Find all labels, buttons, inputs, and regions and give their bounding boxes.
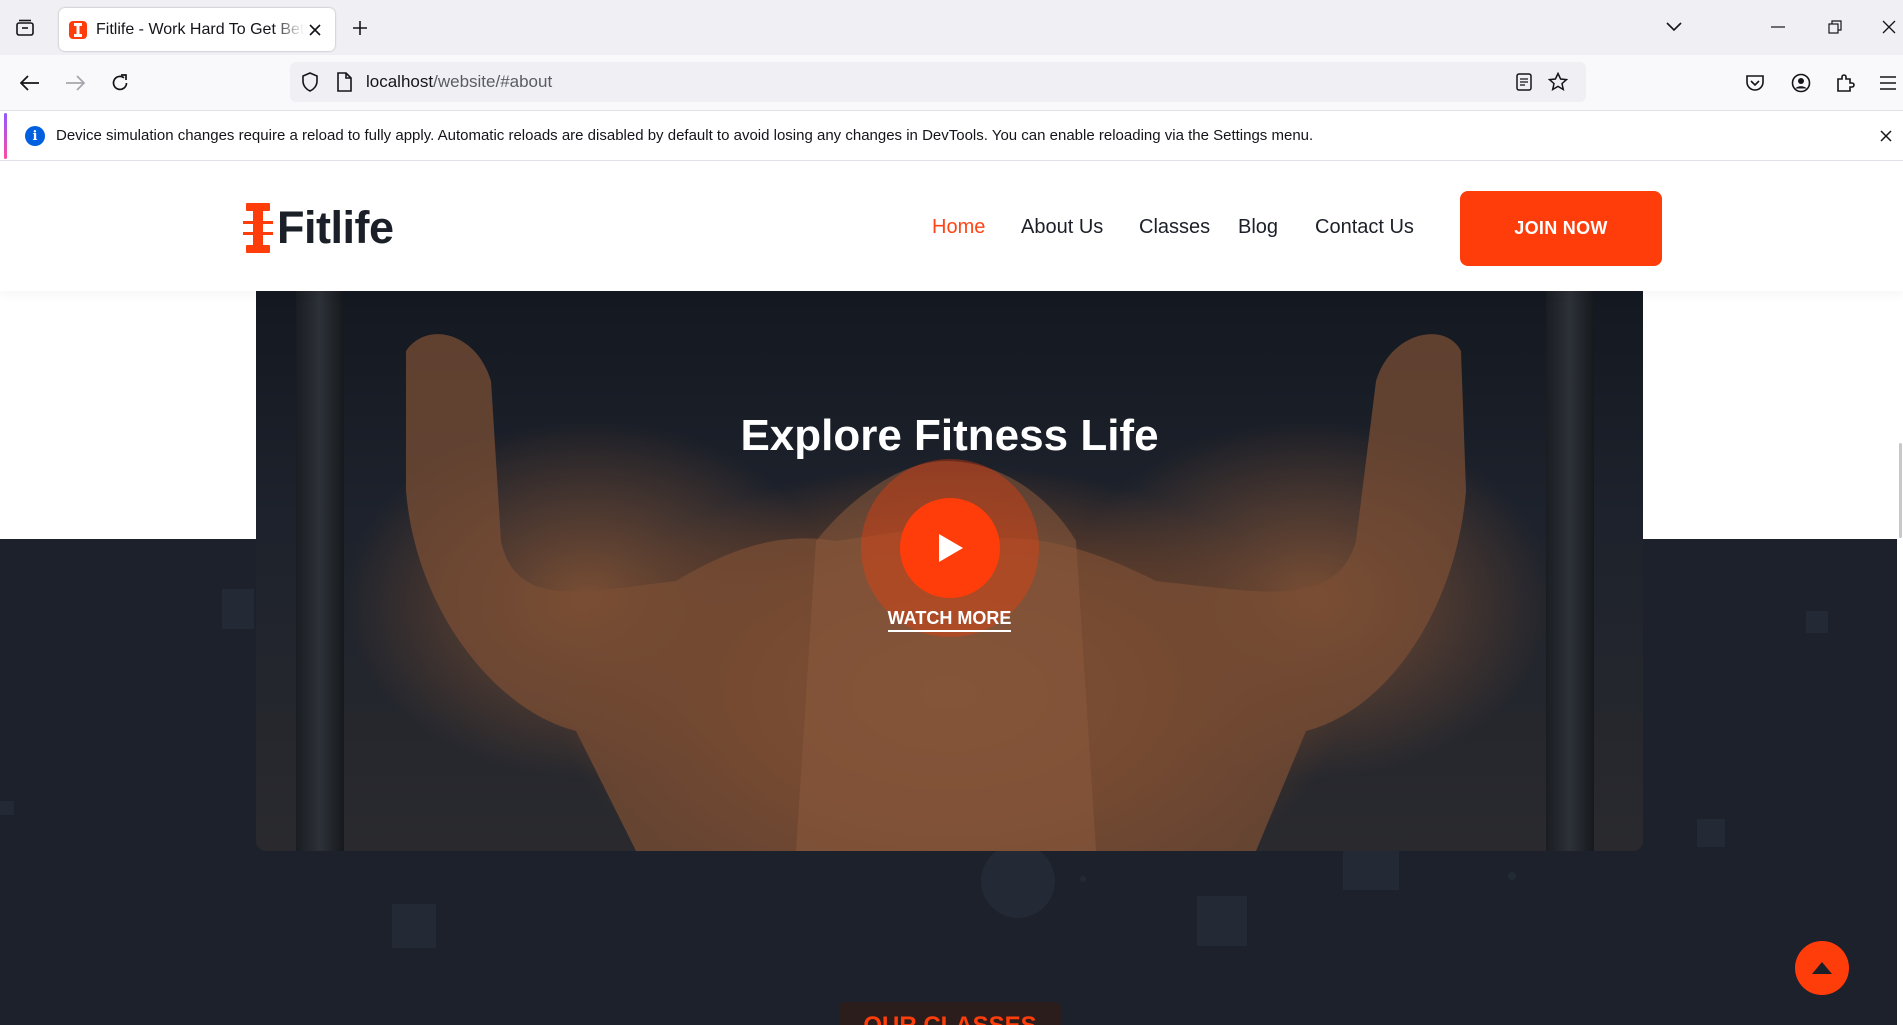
logo-text: Fitlife bbox=[277, 202, 394, 253]
watch-more-link[interactable]: WATCH MORE bbox=[256, 608, 1643, 632]
website-viewport: Fitlife Home About Us Classes Blog Conta… bbox=[0, 166, 1903, 1025]
scrollbar-thumb[interactable] bbox=[1899, 443, 1902, 538]
menu-item-classes[interactable]: Classes bbox=[1139, 216, 1210, 239]
site-logo[interactable]: Fitlife bbox=[243, 202, 394, 254]
back-icon[interactable] bbox=[15, 68, 45, 98]
notice-text: Device simulation changes require a relo… bbox=[56, 127, 1314, 144]
plus-icon[interactable] bbox=[347, 15, 373, 41]
hero-title: Explore Fitness Life bbox=[740, 411, 1159, 460]
reader-icon[interactable] bbox=[1512, 70, 1536, 94]
chevron-down-icon[interactable] bbox=[1661, 14, 1687, 40]
decor-dot bbox=[1080, 876, 1086, 882]
browser-tab-bar: Fitlife - Work Hard To Get Better Life bbox=[0, 0, 1903, 55]
menu-item-contact[interactable]: Contact Us bbox=[1315, 216, 1414, 239]
close-icon[interactable] bbox=[305, 20, 325, 40]
menu-icon[interactable] bbox=[1873, 68, 1903, 98]
fitlife-favicon-icon bbox=[69, 20, 87, 39]
close-window-icon[interactable] bbox=[1876, 14, 1902, 40]
decor-square bbox=[1806, 611, 1828, 633]
extensions-icon[interactable] bbox=[1830, 68, 1860, 98]
info-icon: i bbox=[25, 126, 45, 146]
shield-icon[interactable] bbox=[298, 70, 322, 94]
dumbbell-icon bbox=[243, 203, 273, 253]
back-to-top-button[interactable] bbox=[1795, 941, 1849, 995]
decor-square bbox=[1697, 819, 1725, 847]
our-classes-tag: OUR CLASSES bbox=[839, 1002, 1061, 1025]
decor-dot bbox=[1508, 872, 1516, 880]
decor-square bbox=[222, 589, 254, 629]
browser-nav-bar: localhost/website/#about bbox=[0, 55, 1903, 111]
url-text: localhost/website/#about bbox=[366, 72, 553, 91]
decor-square bbox=[1197, 896, 1247, 946]
forward-icon[interactable] bbox=[60, 68, 90, 98]
menu-item-home[interactable]: Home bbox=[932, 216, 985, 239]
play-icon bbox=[939, 534, 963, 562]
tab-list-icon[interactable] bbox=[12, 15, 38, 41]
play-video-button[interactable] bbox=[900, 498, 1000, 598]
browser-tab-active[interactable]: Fitlife - Work Hard To Get Better Life bbox=[59, 8, 335, 51]
caret-up-icon bbox=[1812, 962, 1832, 974]
restore-icon[interactable] bbox=[1822, 14, 1848, 40]
page-scrollbar[interactable] bbox=[1897, 166, 1903, 1025]
close-icon[interactable] bbox=[1876, 126, 1896, 146]
menu-item-blog[interactable]: Blog bbox=[1238, 216, 1278, 239]
menu-item-about[interactable]: About Us bbox=[1021, 216, 1103, 239]
url-bar[interactable]: localhost/website/#about bbox=[290, 62, 1586, 102]
notice-accent bbox=[4, 113, 7, 159]
decor-circle bbox=[981, 844, 1055, 918]
pocket-icon[interactable] bbox=[1740, 68, 1770, 98]
page-icon bbox=[332, 70, 356, 94]
hero-video-banner: Explore Fitness Life WATCH MORE bbox=[256, 291, 1643, 851]
minimize-icon[interactable] bbox=[1765, 14, 1791, 40]
star-icon[interactable] bbox=[1546, 70, 1570, 94]
decor-square bbox=[0, 801, 14, 815]
join-now-button[interactable]: JOIN NOW bbox=[1460, 191, 1662, 266]
devtools-notice-bar: i Device simulation changes require a re… bbox=[0, 111, 1903, 161]
tab-title: Fitlife - Work Hard To Get Better Life bbox=[96, 20, 304, 38]
reload-icon[interactable] bbox=[105, 68, 135, 98]
account-icon[interactable] bbox=[1786, 68, 1816, 98]
decor-square bbox=[392, 904, 436, 948]
site-header: Fitlife Home About Us Classes Blog Conta… bbox=[0, 166, 1903, 291]
